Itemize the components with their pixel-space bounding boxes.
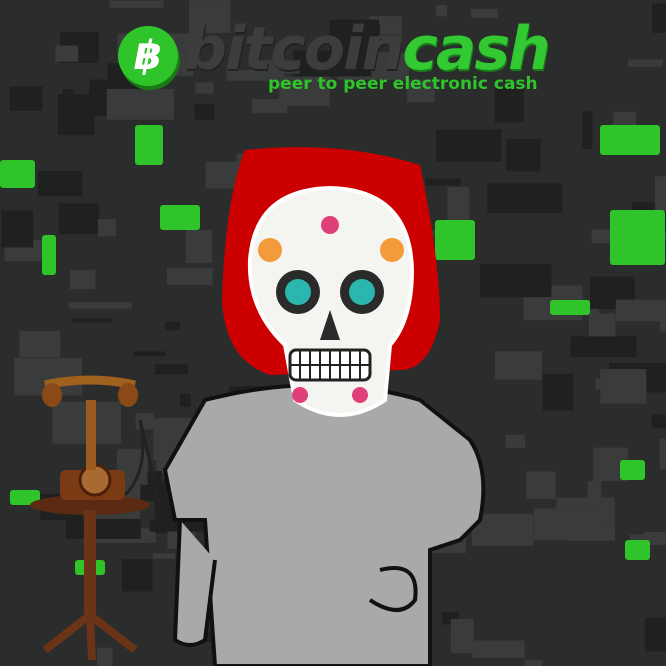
figure-scene (30, 147, 486, 666)
telephone-table (30, 495, 150, 661)
sugar-skull-head (247, 185, 415, 417)
grey-body (162, 383, 486, 666)
antique-telephone-icon (42, 375, 162, 511)
